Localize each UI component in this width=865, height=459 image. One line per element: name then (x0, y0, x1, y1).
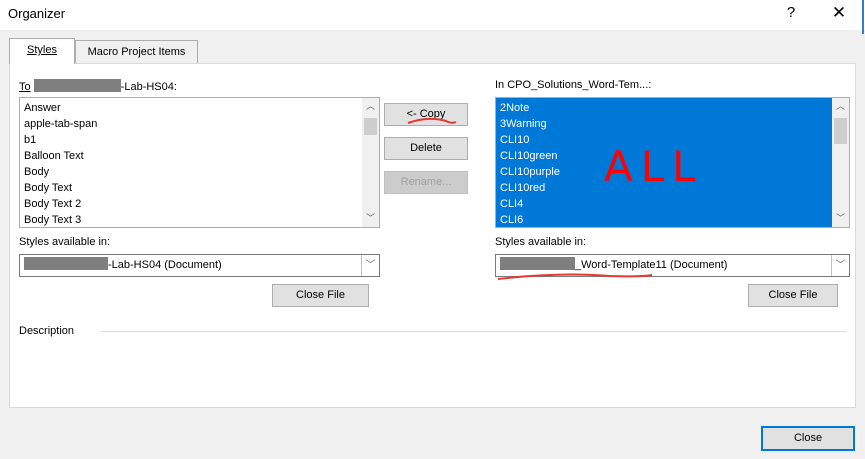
redacted-block (500, 257, 575, 270)
right-close-file-button[interactable]: Close File (748, 284, 838, 307)
list-item[interactable]: Body Text 3 (20, 212, 362, 227)
list-item[interactable]: CLI10 (496, 132, 832, 148)
left-list-items: Answer apple-tab-span b1 Balloon Text Body Bo… (20, 98, 362, 227)
description-label: Description (19, 325, 75, 337)
scroll-down-icon[interactable]: ﹀ (832, 210, 849, 227)
list-item[interactable]: b1 (20, 132, 362, 148)
left-available-combo[interactable]: -Lab-HS04 (Document) ﹀ (19, 254, 380, 277)
left-available-value: -Lab-HS04 (Document) (108, 259, 222, 271)
list-item[interactable]: CLI4 (496, 196, 832, 212)
scroll-down-icon[interactable]: ﹀ (362, 210, 379, 227)
right-available-label: Styles available in: (495, 236, 587, 248)
list-item[interactable]: Body Text (20, 180, 362, 196)
left-available-label: Styles available in: (19, 236, 111, 248)
right-available-value: _Word-Template11 (Document) (575, 259, 728, 271)
left-label-suffix: -Lab-HS04: (120, 81, 177, 93)
right-list-scrollbar[interactable]: ︿ ﹀ (832, 98, 849, 227)
list-item[interactable]: CLI6 (496, 212, 832, 227)
help-icon[interactable]: ? (768, 0, 814, 30)
list-item[interactable]: apple-tab-span (20, 116, 362, 132)
scroll-up-icon[interactable]: ︿ (362, 98, 379, 115)
chevron-down-icon[interactable]: ﹀ (831, 255, 849, 276)
tab-styles[interactable]: Styles (9, 38, 75, 64)
rename-button[interactable]: Rename... (384, 171, 468, 194)
right-available-combo[interactable]: _Word-Template11 (Document) ﹀ (495, 254, 850, 277)
scroll-thumb[interactable] (364, 118, 377, 135)
chevron-down-icon[interactable]: ﹀ (361, 255, 379, 276)
close-icon[interactable]: ✕ (816, 0, 862, 30)
left-styles-list[interactable]: Answer apple-tab-span b1 Balloon Text Body Bo… (19, 97, 380, 228)
list-item[interactable]: Balloon Text (20, 148, 362, 164)
right-styles-list[interactable]: 2Note 3Warning CLI10 CLI10green CLI10purple C… (495, 97, 850, 228)
styles-panel: To -Lab-HS04: Answer apple-tab-span b1 Ball… (9, 63, 856, 408)
redacted-block (24, 257, 108, 270)
left-list-scrollbar[interactable]: ︿ ﹀ (362, 98, 379, 227)
list-item[interactable]: 2Note (496, 100, 832, 116)
copy-button[interactable]: <- Copy (384, 103, 468, 126)
left-label-prefix: To (19, 81, 31, 93)
title-bar: Organizer ? ✕ (0, 0, 865, 30)
right-list-items: 2Note 3Warning CLI10 CLI10green CLI10purple C… (496, 98, 832, 227)
delete-button[interactable]: Delete (384, 137, 468, 160)
list-item[interactable]: Body (20, 164, 362, 180)
list-item[interactable]: CLI10red (496, 180, 832, 196)
list-item[interactable]: Answer (20, 100, 362, 116)
tab-macro-label: Macro Project Items (87, 46, 186, 58)
description-divider (101, 331, 846, 332)
list-item[interactable]: CLI10green (496, 148, 832, 164)
redacted-block (33, 79, 121, 92)
window-edge (862, 0, 864, 34)
scroll-up-icon[interactable]: ︿ (832, 98, 849, 115)
window-title: Organizer (8, 6, 66, 21)
tab-macro-project-items[interactable]: Macro Project Items (75, 40, 198, 64)
scroll-thumb[interactable] (834, 118, 847, 144)
list-item[interactable]: 3Warning (496, 116, 832, 132)
left-list-label: To -Lab-HS04: (19, 79, 177, 93)
list-item[interactable]: CLI10purple (496, 164, 832, 180)
left-close-file-button[interactable]: Close File (272, 284, 369, 307)
right-list-label: In CPO_Solutions_Word-Tem...: (495, 79, 652, 91)
list-item[interactable]: Body Text 2 (20, 196, 362, 212)
close-button[interactable]: Close (761, 426, 855, 451)
tab-styles-label: Styles (27, 44, 57, 56)
